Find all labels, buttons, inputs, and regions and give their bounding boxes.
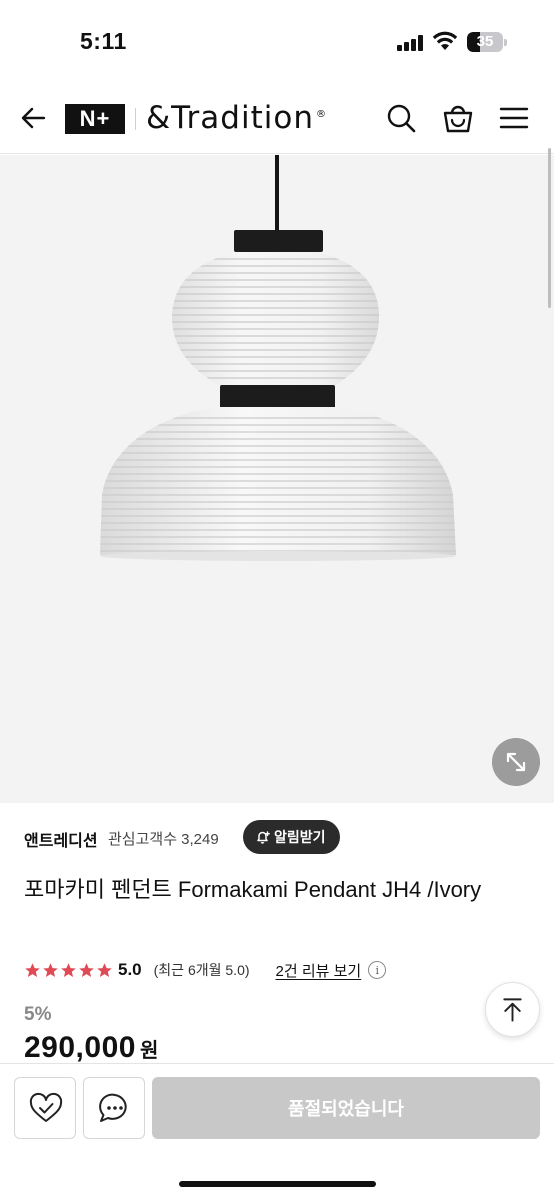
brand-logo-text: &Tradition: [146, 100, 314, 136]
sold-out-button[interactable]: 품절되었습니다: [152, 1077, 540, 1139]
rating-row: 5.0 (최근 6개월 5.0) 2건 리뷰 보기 i: [24, 958, 387, 982]
signal-icon: [397, 35, 423, 51]
expand-image-icon[interactable]: [492, 738, 540, 786]
top-navigation: N+ &Tradition ®: [0, 82, 554, 154]
search-icon[interactable]: [383, 100, 419, 136]
star-icon: [43, 962, 58, 977]
wishlist-heart-icon: [29, 1092, 63, 1122]
currency: 원: [139, 1040, 159, 1062]
price: 290,000: [24, 1031, 136, 1064]
rating-score: 5.0: [118, 960, 142, 979]
star-icon: [61, 962, 76, 977]
chat-icon: [99, 1093, 127, 1122]
star-rating: [24, 962, 113, 979]
pendant-lamp-illustration: [0, 155, 554, 803]
clock-time: 5:11: [80, 28, 127, 54]
naver-plus-logo[interactable]: N+: [65, 104, 125, 134]
shopping-bag-icon[interactable]: [440, 100, 476, 136]
brand-name[interactable]: 앤트레디션: [24, 827, 98, 851]
battery-icon: 35: [467, 32, 507, 52]
bell-plus-icon: [257, 831, 270, 844]
wishlist-button[interactable]: [14, 1077, 76, 1139]
product-image[interactable]: [0, 155, 554, 803]
info-icon[interactable]: i: [368, 961, 387, 979]
scrollbar[interactable]: [548, 148, 551, 308]
star-icon: [97, 962, 112, 977]
brand-logo[interactable]: &Tradition ®: [146, 100, 327, 136]
status-bar: 5:11 35: [0, 0, 554, 80]
recent-rating: (최근 6개월 5.0): [153, 962, 250, 978]
product-title: 포마카미 펜던트 Formakami Pendant JH4 /Ivory: [24, 877, 482, 902]
home-indicator[interactable]: [179, 1181, 376, 1187]
followers-count: 관심고객수 3,249: [108, 831, 219, 848]
back-arrow-icon[interactable]: [16, 100, 52, 136]
chat-button[interactable]: [83, 1077, 145, 1139]
star-icon: [79, 962, 94, 977]
notification-button[interactable]: 알림받기: [243, 820, 340, 854]
registered-mark: ®: [315, 108, 327, 120]
menu-icon[interactable]: [496, 100, 532, 136]
discount-rate: 5%: [24, 1004, 52, 1025]
scroll-to-top-icon[interactable]: [485, 982, 540, 1037]
battery-level: 35: [476, 33, 494, 50]
star-icon: [25, 962, 40, 977]
price-row: 290,000 원: [24, 1031, 158, 1065]
review-link[interactable]: 2건 리뷰 보기: [276, 960, 362, 981]
bottom-action-bar: 품절되었습니다: [0, 1063, 554, 1200]
notification-label: 알림받기: [274, 829, 326, 845]
logo-divider: [135, 108, 136, 130]
wifi-icon: [432, 31, 458, 50]
